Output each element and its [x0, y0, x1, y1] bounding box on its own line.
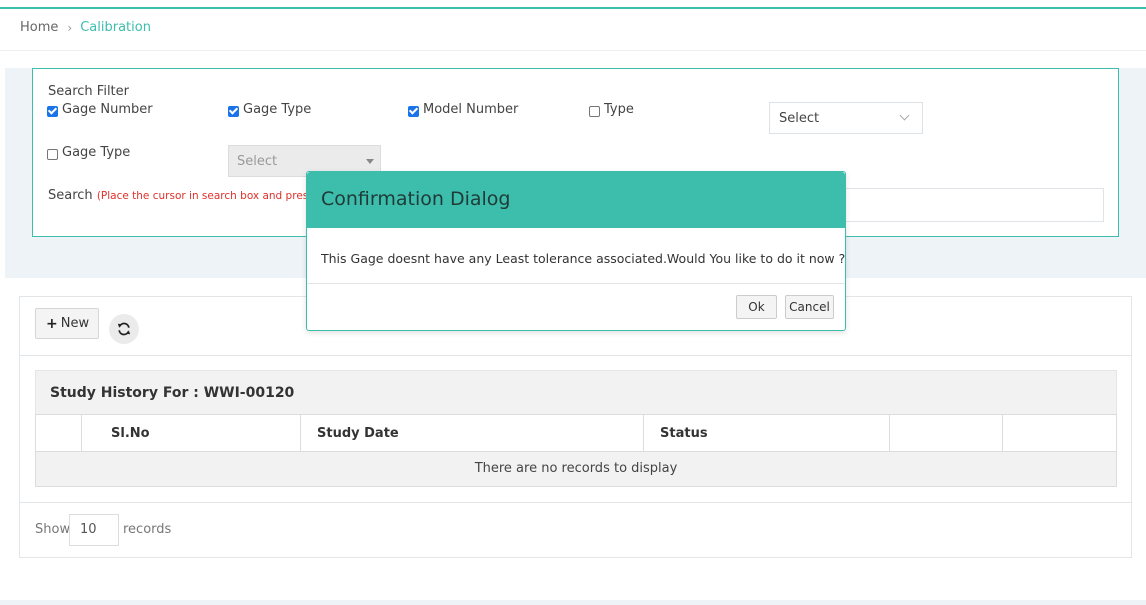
gage-type-filter-label: Gage Type [62, 145, 131, 160]
gage-type-checkbox[interactable] [228, 106, 239, 117]
search-filter-title: Search Filter [48, 84, 129, 99]
breadcrumb: Home › Calibration [20, 20, 151, 35]
dialog-divider [307, 283, 845, 284]
dialog-header: Confirmation Dialog [307, 172, 845, 228]
model-number-checkbox[interactable] [408, 106, 419, 117]
new-button[interactable]: + New [35, 308, 99, 339]
study-history-title: Study History For : WWI-00120 [50, 385, 295, 401]
gage-type-filter-checkbox[interactable] [47, 149, 58, 160]
cancel-button[interactable]: Cancel [785, 295, 834, 319]
type-label: Type [604, 102, 634, 117]
search-hint: (Place the cursor in search box and pres… [96, 190, 322, 202]
grid-header-study-date: Study Date [317, 426, 399, 441]
top-accent-rule [0, 7, 1146, 9]
type-select[interactable]: Select [769, 102, 923, 134]
breadcrumb-current: Calibration [80, 20, 151, 35]
records-label: records [123, 522, 172, 537]
panel-footer-divider [20, 502, 1131, 503]
refresh-button[interactable] [109, 314, 139, 344]
chevron-down-icon [899, 110, 910, 121]
confirmation-dialog: Confirmation Dialog This Gage doesnt hav… [306, 171, 846, 331]
grid-header-slno: Sl.No [111, 426, 150, 441]
search-input[interactable] [840, 188, 1104, 222]
search-label-text: Search [48, 188, 93, 203]
study-panel: + New Study History For : WWI-00120 Sl.N… [19, 296, 1132, 558]
empty-records-message: There are no records to display [35, 452, 1117, 487]
bottom-band [0, 600, 1146, 605]
grid-col-select [36, 415, 82, 451]
grid-col-status[interactable]: Status [644, 415, 890, 451]
grid-col-slno[interactable]: Sl.No [82, 415, 301, 451]
gage-type-select-value: Select [237, 154, 278, 169]
dialog-title: Confirmation Dialog [321, 188, 511, 210]
model-number-label: Model Number [423, 102, 519, 117]
plus-icon: + [46, 315, 58, 332]
refresh-icon [117, 322, 131, 336]
type-checkbox[interactable] [589, 106, 600, 117]
ok-button[interactable]: Ok [736, 295, 777, 319]
new-button-label: New [60, 316, 90, 331]
page-size-input[interactable]: 10 [69, 514, 119, 546]
study-history-header: Study History For : WWI-00120 [35, 370, 1117, 415]
chevron-right-icon: › [67, 20, 73, 35]
caret-down-icon [366, 159, 374, 164]
search-label: Search (Place the cursor in search box a… [48, 188, 321, 203]
breadcrumb-home[interactable]: Home [20, 20, 58, 35]
panel-divider [20, 355, 1131, 356]
study-grid-header: Sl.No Study Date Status [35, 414, 1117, 452]
show-label: Show [35, 522, 71, 537]
grid-col-blank-1 [890, 415, 1003, 451]
grid-col-study-date[interactable]: Study Date [301, 415, 644, 451]
type-select-value: Select [779, 111, 820, 126]
gage-number-label: Gage Number [62, 102, 153, 117]
gage-type-label: Gage Type [243, 102, 312, 117]
dialog-message: This Gage doesnt have any Least toleranc… [321, 251, 846, 266]
breadcrumb-divider [0, 50, 1146, 51]
grid-header-status: Status [660, 426, 708, 441]
gage-number-checkbox[interactable] [47, 106, 58, 117]
